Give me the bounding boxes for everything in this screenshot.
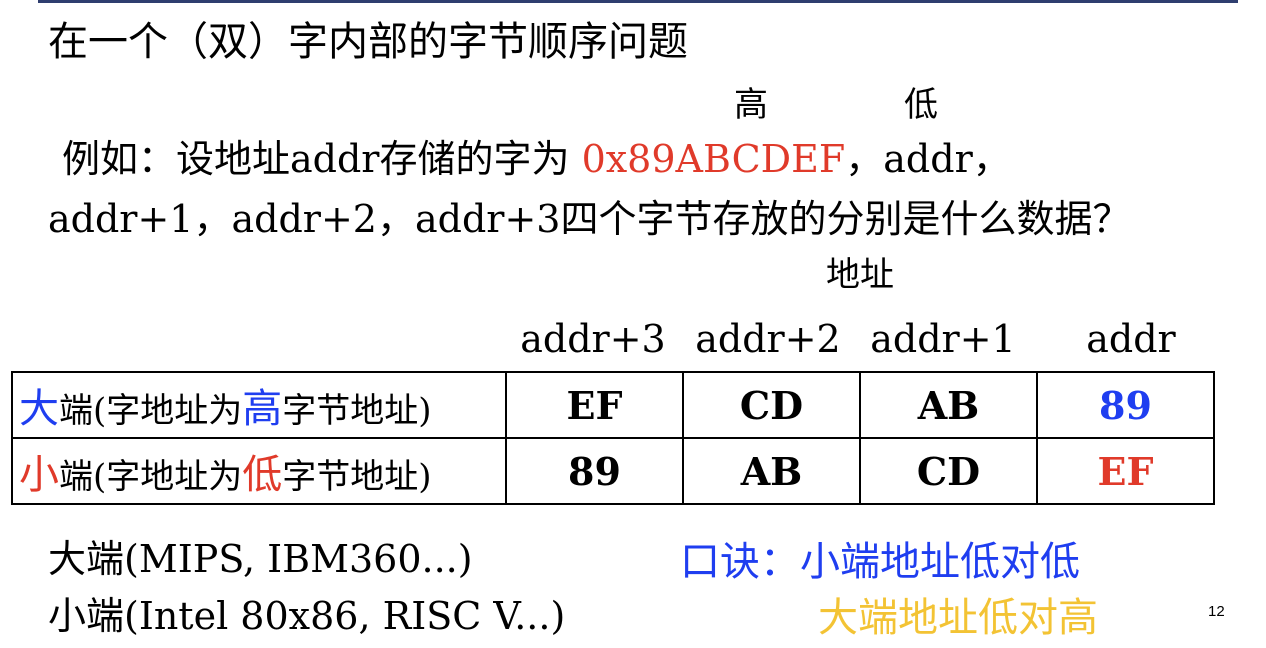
high-byte-label: 高 <box>734 85 768 125</box>
mnemonic-line-1: 口诀：小端地址低对低 <box>680 539 1080 585</box>
column-header-addr1: addr+1 <box>870 317 1016 361</box>
mnemonic-line-2: 大端地址低对高 <box>818 595 1098 641</box>
cell-value: AB <box>682 437 861 505</box>
cell-value: CD <box>682 371 861 439</box>
page-number: 12 <box>1208 603 1225 620</box>
cell-value: AB <box>859 371 1038 439</box>
cell-value-highlight: 89 <box>1036 371 1215 439</box>
row-label-little-endian: 小端(字地址为低字节地址) <box>11 437 507 505</box>
question-line-1: 例如：设地址addr存储的字为 0x89ABCDEF，addr， <box>62 140 1011 178</box>
small-char: 小 <box>19 452 59 498</box>
keyword-high: 高 <box>242 386 283 432</box>
row-label-mid: 端(字地址为 <box>59 457 243 497</box>
word-value: 0x89ABCDEF <box>581 137 846 181</box>
little-endian-examples: 小端(Intel 80x86, RISC V...) <box>48 594 566 638</box>
low-byte-label: 低 <box>904 85 938 125</box>
address-label: 地址 <box>826 255 894 295</box>
endian-table: 大端(字地址为高字节地址) EF CD AB 89 小端(字地址为低字节地址) … <box>11 371 1215 505</box>
big-char: 大 <box>19 386 59 432</box>
row-label-big-endian: 大端(字地址为高字节地址) <box>11 371 507 439</box>
keyword-low: 低 <box>242 452 283 498</box>
row-label-mid: 端(字地址为 <box>59 391 243 431</box>
column-header-addr: addr <box>1086 317 1176 361</box>
row-label-end: 字节地址) <box>282 457 432 497</box>
cell-value: 89 <box>505 437 684 505</box>
row-label-end: 字节地址) <box>282 391 432 431</box>
question-suffix: ，addr， <box>845 137 1011 181</box>
top-rule <box>38 0 1238 3</box>
slide-heading: 在一个（双）字内部的字节顺序问题 <box>48 19 688 65</box>
table-row-big-endian: 大端(字地址为高字节地址) EF CD AB 89 <box>11 371 1215 439</box>
question-prefix: 例如：设地址addr存储的字为 <box>62 137 570 181</box>
column-header-addr3: addr+3 <box>520 317 666 361</box>
big-endian-examples: 大端(MIPS, IBM360...) <box>48 537 473 581</box>
question-line-2: addr+1，addr+2，addr+3四个字节存放的分别是什么数据？ <box>48 197 1131 241</box>
column-header-addr2: addr+2 <box>695 317 841 361</box>
cell-value: EF <box>505 371 684 439</box>
cell-value-highlight: EF <box>1036 437 1215 505</box>
cell-value: CD <box>859 437 1038 505</box>
table-row-little-endian: 小端(字地址为低字节地址) 89 AB CD EF <box>11 437 1215 505</box>
